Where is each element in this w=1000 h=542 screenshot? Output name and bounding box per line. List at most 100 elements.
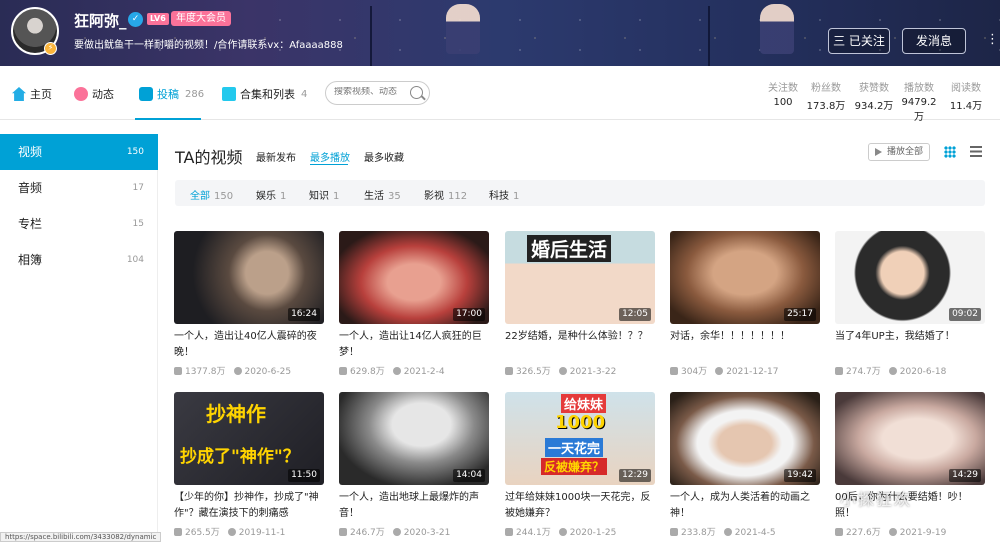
- video-thumbnail[interactable]: 17:00: [339, 231, 489, 324]
- filter-film[interactable]: 影视 112: [424, 187, 467, 202]
- video-duration: 12:05: [619, 308, 651, 321]
- tab-home[interactable]: 主页: [12, 86, 52, 102]
- video-thumbnail[interactable]: 婚后生活 12:05: [505, 231, 655, 324]
- more-vertical-icon[interactable]: ⋮: [986, 33, 999, 47]
- filter-tech[interactable]: 科技 1: [489, 187, 519, 202]
- video-title[interactable]: 当了4年UP主，我结婚了！: [835, 329, 985, 345]
- tab-posts-count: 286: [185, 88, 205, 100]
- filter-label: 影视: [424, 191, 444, 202]
- sidebar-item-audio[interactable]: 音频 17: [0, 170, 158, 206]
- video-thumbnail[interactable]: 14:29: [835, 392, 985, 485]
- filter-knowledge[interactable]: 知识 1: [309, 187, 339, 202]
- video-title[interactable]: 对话，余华！！！！！！！: [670, 329, 820, 345]
- video-title[interactable]: 一个人，造出让40亿人震碎的夜晚！: [174, 329, 324, 361]
- sort-active-indicator: [310, 164, 348, 165]
- filter-life[interactable]: 生活 35: [364, 187, 401, 202]
- video-title[interactable]: 一个人，造出地球上最爆炸的声音！: [339, 490, 489, 522]
- play-count-icon: [835, 528, 843, 536]
- video-date: 2021-12-17: [726, 367, 779, 377]
- video-duration: 11:50: [288, 469, 320, 482]
- video-thumbnail[interactable]: 25:17: [670, 231, 820, 324]
- filter-all[interactable]: 全部 150: [190, 187, 233, 202]
- stat-following[interactable]: 关注数 100: [761, 79, 805, 108]
- search-input[interactable]: [334, 87, 404, 97]
- tab-posts[interactable]: 投稿 286: [139, 86, 204, 102]
- tab-dynamic[interactable]: 动态: [74, 86, 114, 102]
- stat-fans[interactable]: 粉丝数 173.8万: [804, 79, 848, 112]
- video-title[interactable]: 【少年的你】抄神作，抄成了"神作"？藏在演技下的刺痛感: [174, 490, 324, 522]
- play-count-icon: [670, 367, 678, 375]
- filter-count: 35: [388, 191, 401, 202]
- verify-icon: ✓: [128, 12, 143, 27]
- clock-icon: [392, 367, 401, 375]
- message-button[interactable]: 发消息: [902, 28, 966, 54]
- thumbnail-caption: 反被嫌弃？: [541, 458, 608, 475]
- video-date: 2021-2-4: [403, 367, 445, 377]
- video-thumbnail[interactable]: 给妹妹 1000 一天花完 反被嫌弃？ 12:29: [505, 392, 655, 485]
- video-thumbnail[interactable]: 16:24: [174, 231, 324, 324]
- video-views: 326.5万: [516, 367, 551, 377]
- list-view-icon[interactable]: [970, 146, 982, 158]
- tab-home-label: 主页: [30, 88, 52, 101]
- video-title[interactable]: 过年给妹妹1000块一天花完，反被她嫌弃？: [505, 490, 655, 522]
- video-meta: 233.8万 2021-4-5: [670, 525, 820, 538]
- video-meta: 304万 2021-12-17: [670, 364, 820, 377]
- search-box[interactable]: [325, 81, 430, 105]
- filter-label: 娱乐: [256, 191, 276, 202]
- video-title[interactable]: 一个人，成为人类活着的动画之神！: [670, 490, 820, 522]
- play-count-icon: [505, 367, 513, 375]
- sidebar-item-article[interactable]: 专栏 15: [0, 206, 158, 242]
- filter-entertainment[interactable]: 娱乐 1: [256, 187, 286, 202]
- stat-value: 9479.2万: [901, 97, 937, 123]
- video-views: 629.8万: [350, 367, 385, 377]
- sidebar-item-album[interactable]: 相簿 104: [0, 242, 158, 278]
- stat-plays: 播放数 9479.2万: [897, 79, 941, 123]
- filter-label: 科技: [489, 191, 509, 202]
- clock-icon: [888, 367, 897, 375]
- video-meta: 265.5万 2019-11-1: [174, 525, 324, 538]
- search-icon[interactable]: [410, 86, 423, 99]
- video-meta: 629.8万 2021-2-4: [339, 364, 489, 377]
- followed-button[interactable]: 三 已关注: [828, 28, 890, 54]
- tab-dynamic-label: 动态: [92, 88, 114, 101]
- sort-tab-most-favorited[interactable]: 最多收藏: [364, 149, 404, 164]
- video-duration: 14:29: [949, 469, 981, 482]
- video-thumbnail[interactable]: 抄神作 抄成了"神作"？ 11:50: [174, 392, 324, 485]
- sidebar-item-video[interactable]: 视频 150: [0, 134, 158, 170]
- play-all-button[interactable]: 播放全部: [868, 143, 930, 161]
- video-duration: 17:00: [453, 308, 485, 321]
- grid-view-icon[interactable]: [944, 146, 956, 158]
- sort-tab-latest[interactable]: 最新发布: [256, 149, 296, 164]
- tab-collections[interactable]: 合集和列表 4: [222, 86, 307, 102]
- sort-tab-most-played[interactable]: 最多播放: [310, 149, 350, 164]
- stat-value: 934.2万: [854, 101, 894, 112]
- clock-icon: [392, 528, 401, 536]
- play-count-icon: [505, 528, 513, 536]
- clock-icon: [723, 528, 732, 536]
- video-views: 1377.8万: [185, 367, 226, 377]
- clock-icon: [233, 367, 242, 375]
- username[interactable]: 狂阿弥_: [74, 10, 127, 31]
- video-title[interactable]: 一个人，造出让14亿人疯狂的巨梦！: [339, 329, 489, 361]
- video-date: 2021-9-19: [899, 528, 947, 538]
- video-title[interactable]: 22岁结婚，是种什么体验！？？: [505, 329, 655, 345]
- watermark: 小探狂欢: [840, 490, 913, 509]
- video-meta: 1377.8万 2020-6-25: [174, 364, 324, 377]
- tab-collections-count: 4: [301, 88, 308, 100]
- video-date: 2020-6-25: [244, 367, 292, 377]
- video-views: 274.7万: [846, 367, 881, 377]
- video-thumbnail[interactable]: 19:42: [670, 392, 820, 485]
- posts-icon: [139, 87, 153, 101]
- sidebar-item-count: 17: [132, 183, 144, 193]
- thumbnail-caption: 1000: [555, 412, 606, 433]
- filter-count: 1: [333, 191, 340, 202]
- video-thumbnail[interactable]: 09:02: [835, 231, 985, 324]
- vip-badge[interactable]: 年度大会员: [171, 11, 231, 26]
- video-thumbnail[interactable]: 14:04: [339, 392, 489, 485]
- banner-telescope: [370, 6, 398, 66]
- user-sign: 要做出鱿鱼干一样耐嚼的视频！/合作请联系vx：Afaaaa888: [74, 40, 343, 51]
- video-meta: 246.7万 2020-3-21: [339, 525, 489, 538]
- space-nav: 主页 动态 投稿 286 合集和列表 4: [0, 66, 1000, 120]
- video-meta: 244.1万 2020-1-25: [505, 525, 655, 538]
- video-date: 2021-3-22: [569, 367, 617, 377]
